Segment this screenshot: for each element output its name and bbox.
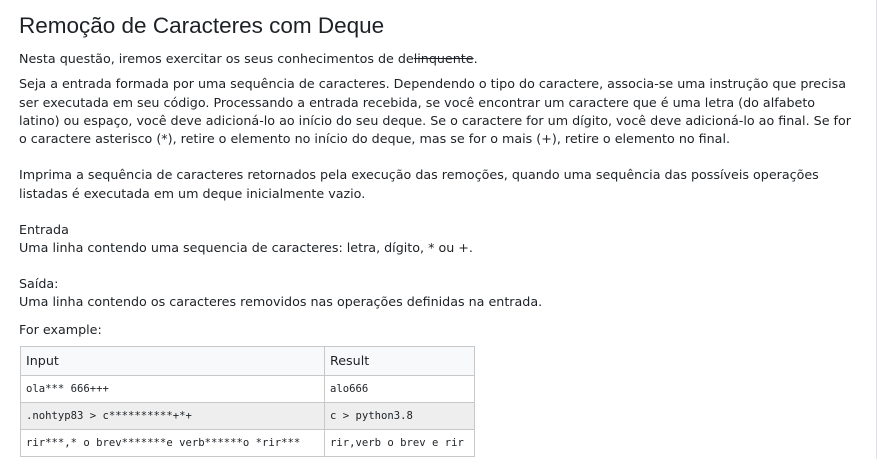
table-row: rir***,* o brev*******e verb******o *rir… (20, 428, 475, 457)
description-paragraph: Seja a entrada formada por uma sequência… (19, 76, 851, 147)
result-cell: rir,verb o brev e rir (324, 428, 475, 457)
intro-text: Nesta questão, iremos exercitar os seus … (19, 50, 856, 68)
table-row: .nohtyp83 > c**********+*+ c > python3.8 (20, 401, 475, 430)
input-cell: rir***,* o brev*******e verb******o *rir… (20, 428, 325, 457)
question-title: Remoção de Caracteres com Deque (19, 13, 385, 38)
intro-struck-text: linquente (413, 51, 474, 66)
table-row: ola*** 666+++ alo666 (20, 374, 475, 403)
column-header-input: Input (20, 345, 325, 376)
column-header-result: Result (324, 345, 475, 376)
input-heading: Entrada (19, 222, 69, 238)
input-cell: ola*** 666+++ (20, 374, 325, 403)
example-label: For example: (19, 321, 102, 337)
output-heading: Saída: (19, 276, 59, 292)
result-cell: alo666 (324, 374, 475, 403)
question-panel: Remoção de Caracteres com Deque Nesta qu… (0, 0, 877, 459)
examples-table: Input Result ola*** 666+++ alo666 .nohty… (20, 345, 475, 457)
input-cell: .nohtyp83 > c**********+*+ (20, 401, 325, 430)
table-header-row: Input Result (20, 345, 475, 376)
intro-prefix: Nesta questão, iremos exercitar os seus … (19, 51, 414, 66)
intro-suffix: . (473, 51, 478, 66)
output-description: Uma linha contendo os caracteres removid… (19, 294, 543, 310)
print-instruction-paragraph: Imprima a sequência de caracteres retorn… (19, 167, 819, 201)
input-description: Uma linha contendo uma sequencia de cara… (19, 240, 473, 256)
result-cell: c > python3.8 (324, 401, 475, 430)
